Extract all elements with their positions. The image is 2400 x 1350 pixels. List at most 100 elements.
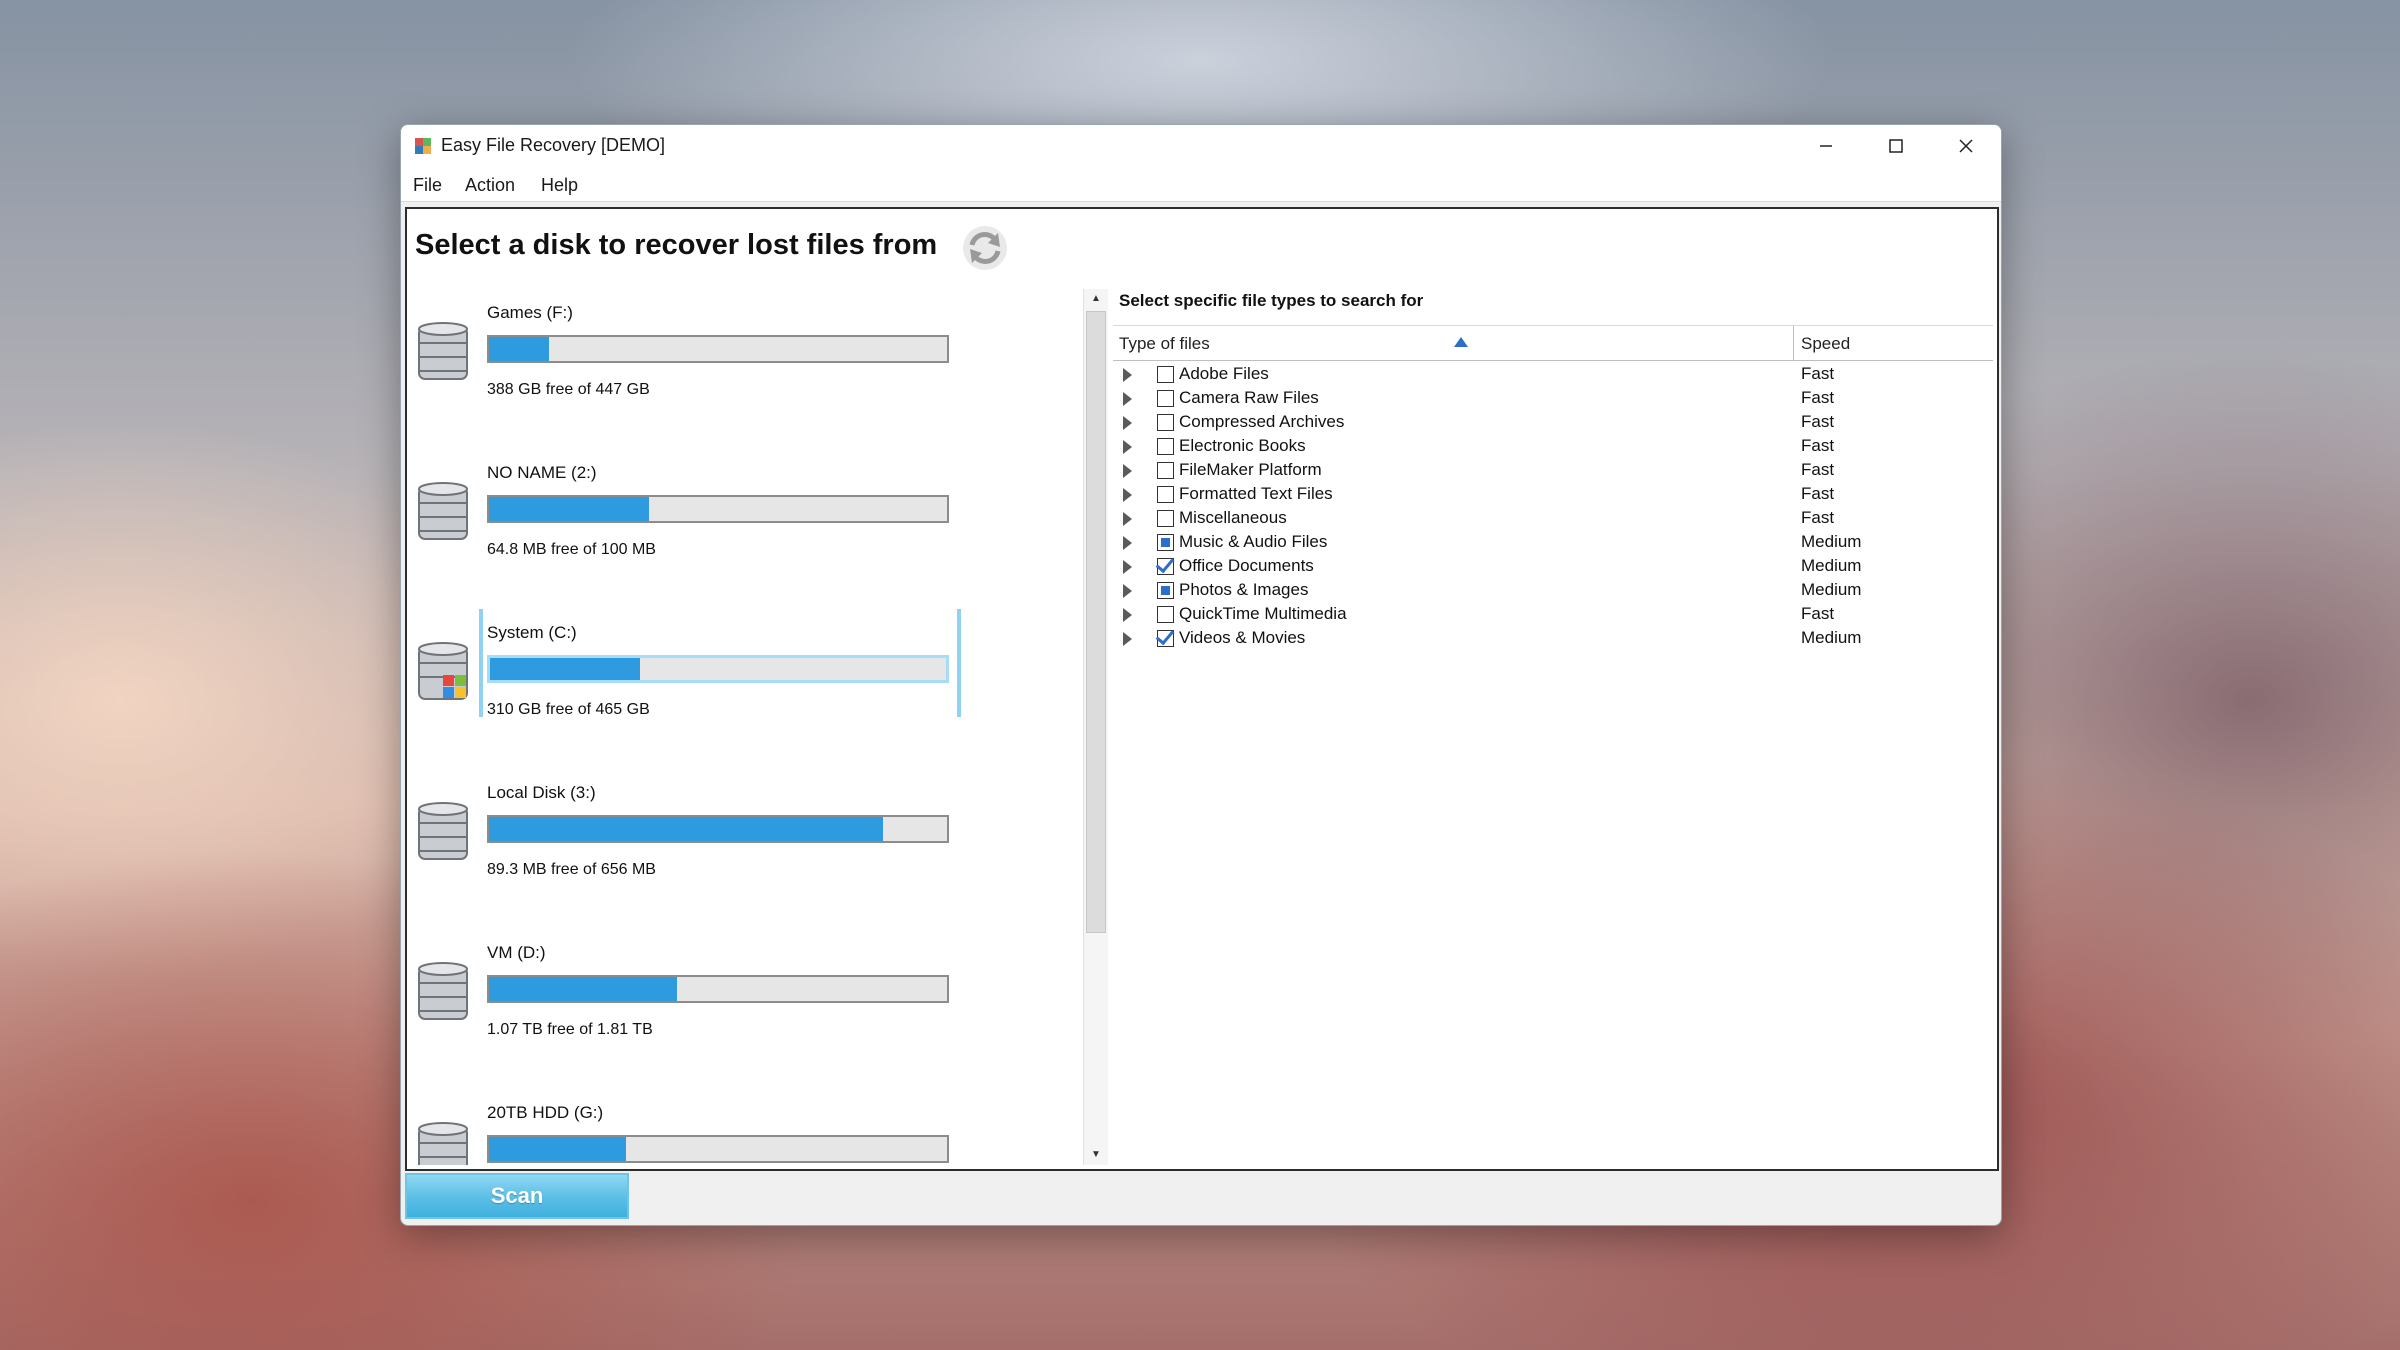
file-type-row[interactable]: QuickTime Multimedia Fast (1113, 603, 1993, 627)
file-type-label: QuickTime Multimedia (1179, 604, 1347, 623)
close-button[interactable] (1931, 125, 2001, 167)
file-type-row[interactable]: Office Documents Medium (1113, 555, 1993, 579)
file-type-speed: Fast (1801, 364, 1835, 383)
disk-name: 20TB HDD (G:) (487, 1103, 604, 1122)
refresh-icon[interactable] (962, 225, 1008, 271)
expand-arrow-icon[interactable] (1123, 392, 1132, 406)
expand-arrow-icon[interactable] (1123, 608, 1132, 622)
file-type-checkbox[interactable] (1157, 462, 1174, 479)
file-type-row[interactable]: Adobe Files Fast (1113, 363, 1993, 387)
expand-arrow-icon[interactable] (1123, 536, 1132, 550)
scroll-up-icon[interactable]: ▲ (1084, 289, 1108, 309)
file-type-speed: Fast (1801, 436, 1835, 455)
expand-arrow-icon[interactable] (1123, 632, 1132, 646)
expand-arrow-icon[interactable] (1123, 368, 1132, 382)
file-type-speed: Fast (1801, 508, 1835, 527)
column-speed[interactable]: Speed (1801, 334, 1850, 354)
column-type-of-files[interactable]: Type of files (1119, 334, 1210, 354)
disk-usage-bar (487, 975, 949, 1003)
file-type-row[interactable]: Formatted Text Files Fast (1113, 483, 1993, 507)
file-type-speed: Medium (1801, 580, 1862, 599)
expand-arrow-icon[interactable] (1123, 416, 1132, 430)
column-divider[interactable] (1793, 326, 1794, 360)
file-type-label: Music & Audio Files (1179, 532, 1328, 551)
disk-list-scrollbar[interactable]: ▲ ▼ (1083, 289, 1108, 1165)
disk-usage-fill (490, 658, 641, 680)
disk-usage-fill (489, 977, 677, 1001)
file-type-checkbox[interactable] (1157, 606, 1174, 623)
menu-bar: File Action Help (401, 167, 2001, 202)
file-types-title: Select specific file types to search for (1119, 291, 1424, 310)
minimize-button[interactable] (1791, 125, 1861, 167)
window-title: Easy File Recovery [DEMO] (441, 135, 666, 155)
file-type-label: Camera Raw Files (1179, 388, 1319, 407)
file-type-checkbox[interactable] (1157, 438, 1174, 455)
file-type-row[interactable]: Photos & Images Medium (1113, 579, 1993, 603)
file-type-label: Formatted Text Files (1179, 484, 1333, 503)
file-type-label: Electronic Books (1179, 436, 1306, 455)
disk-name: NO NAME (2:) (487, 463, 597, 482)
disk-item[interactable]: Local Disk (3:) 89.3 MB free of 656 MB (411, 769, 971, 929)
file-type-row[interactable]: Compressed Archives Fast (1113, 411, 1993, 435)
app-icon (415, 138, 431, 154)
hard-drive-icon (418, 802, 468, 860)
menu-file[interactable]: File (413, 175, 442, 196)
file-type-checkbox[interactable] (1157, 558, 1174, 575)
scan-button[interactable]: Scan (405, 1173, 629, 1219)
expand-arrow-icon[interactable] (1123, 464, 1132, 478)
file-type-row[interactable]: Miscellaneous Fast (1113, 507, 1993, 531)
expand-arrow-icon[interactable] (1123, 584, 1132, 598)
file-type-checkbox[interactable] (1157, 630, 1174, 647)
file-type-checkbox[interactable] (1157, 414, 1174, 431)
file-type-label: Office Documents (1179, 556, 1314, 575)
file-type-checkbox[interactable] (1157, 390, 1174, 407)
file-type-speed: Medium (1801, 556, 1862, 575)
file-type-row[interactable]: Videos & Movies Medium (1113, 627, 1993, 651)
file-type-checkbox[interactable] (1157, 486, 1174, 503)
menu-help[interactable]: Help (541, 175, 578, 196)
disk-usage-fill (489, 817, 883, 841)
file-type-checkbox[interactable] (1157, 582, 1174, 599)
hard-drive-icon (418, 322, 468, 380)
file-type-checkbox[interactable] (1157, 510, 1174, 527)
disk-name: VM (D:) (487, 943, 546, 962)
disk-usage-bar (487, 495, 949, 523)
maximize-button[interactable] (1861, 125, 1931, 167)
sort-ascending-icon (1454, 337, 1468, 347)
file-types-header: Type of files Speed (1113, 325, 1993, 361)
file-type-speed: Medium (1801, 532, 1862, 551)
file-type-row[interactable]: Music & Audio Files Medium (1113, 531, 1993, 555)
system-drive-icon (418, 642, 468, 700)
expand-arrow-icon[interactable] (1123, 560, 1132, 574)
disk-free-space: 1.07 TB free of 1.81 TB (487, 1021, 653, 1038)
file-type-checkbox[interactable] (1157, 366, 1174, 383)
disk-usage-fill (489, 1137, 627, 1161)
title-bar[interactable]: Easy File Recovery [DEMO] (401, 125, 2001, 167)
scroll-down-icon[interactable]: ▼ (1084, 1145, 1108, 1165)
disk-usage-fill (489, 337, 549, 361)
scrollbar-thumb[interactable] (1086, 311, 1106, 933)
disk-item[interactable]: 20TB HDD (G:) (411, 1089, 971, 1165)
disk-item[interactable]: NO NAME (2:) 64.8 MB free of 100 MB (411, 449, 971, 609)
expand-arrow-icon[interactable] (1123, 440, 1132, 454)
expand-arrow-icon[interactable] (1123, 488, 1132, 502)
file-type-speed: Fast (1801, 412, 1835, 431)
file-type-speed: Fast (1801, 388, 1835, 407)
file-type-row[interactable]: FileMaker Platform Fast (1113, 459, 1993, 483)
file-type-row[interactable]: Electronic Books Fast (1113, 435, 1993, 459)
file-type-label: Miscellaneous (1179, 508, 1287, 527)
file-type-checkbox[interactable] (1157, 534, 1174, 551)
file-type-row[interactable]: Camera Raw Files Fast (1113, 387, 1993, 411)
disk-list: Games (F:) 388 GB free of 447 GB NO NAME… (411, 289, 1081, 1165)
disk-item[interactable]: VM (D:) 1.07 TB free of 1.81 TB (411, 929, 971, 1089)
file-type-speed: Fast (1801, 460, 1835, 479)
file-type-label: FileMaker Platform (1179, 460, 1322, 479)
expand-arrow-icon[interactable] (1123, 512, 1132, 526)
disk-free-space: 310 GB free of 465 GB (487, 701, 650, 718)
disk-item[interactable]: Games (F:) 388 GB free of 447 GB (411, 289, 971, 449)
disk-name: System (C:) (487, 623, 577, 642)
file-types-panel: Select specific file types to search for… (1113, 281, 1993, 1165)
file-type-label: Adobe Files (1179, 364, 1269, 383)
menu-action[interactable]: Action (465, 175, 515, 196)
disk-item-selected[interactable]: System (C:) 310 GB free of 465 GB (411, 609, 971, 769)
